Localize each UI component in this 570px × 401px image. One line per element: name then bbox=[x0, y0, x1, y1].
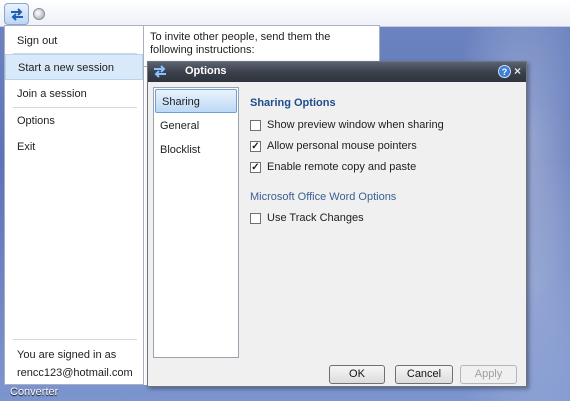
menu-item-sign-out[interactable]: Sign out bbox=[5, 28, 143, 54]
signed-in-label: You are signed in as bbox=[17, 349, 117, 361]
tab-sharing[interactable]: Sharing bbox=[155, 89, 237, 113]
menu-item-start-session[interactable]: Start a new session bbox=[5, 54, 143, 80]
remote-copy-checkbox[interactable]: ✓ bbox=[250, 162, 261, 173]
swap-arrows-icon bbox=[11, 8, 23, 21]
options-dialog: Options ? × Sharing General Blocklist Sh… bbox=[147, 61, 527, 387]
session-menu: Sign out Start a new session Join a sess… bbox=[4, 25, 144, 385]
word-options-title: Microsoft Office Word Options bbox=[250, 191, 397, 203]
track-changes-checkbox[interactable] bbox=[250, 213, 261, 224]
options-tab-list: Sharing General Blocklist bbox=[153, 87, 239, 358]
dialog-title: Options bbox=[185, 65, 227, 77]
track-changes-label: Use Track Changes bbox=[267, 212, 364, 224]
ok-button[interactable]: OK bbox=[329, 365, 385, 384]
cancel-button[interactable]: Cancel bbox=[395, 365, 453, 384]
top-toolbar bbox=[0, 0, 570, 27]
menu-item-options[interactable]: Options bbox=[5, 108, 143, 134]
mouse-pointers-label: Allow personal mouse pointers bbox=[267, 140, 417, 152]
app-menu-button[interactable] bbox=[4, 3, 29, 25]
menu-item-join-session[interactable]: Join a session bbox=[5, 81, 143, 107]
tab-blocklist[interactable]: Blocklist bbox=[154, 138, 238, 162]
close-icon[interactable]: × bbox=[514, 64, 521, 78]
mouse-pointers-checkbox[interactable]: ✓ bbox=[250, 141, 261, 152]
show-preview-label: Show preview window when sharing bbox=[267, 119, 444, 131]
menu-item-exit[interactable]: Exit bbox=[5, 134, 143, 160]
desktop-icon-label[interactable]: Converter bbox=[10, 386, 58, 398]
signed-in-email: rencc123@hotmail.com bbox=[17, 367, 133, 379]
swap-arrows-icon bbox=[154, 65, 166, 78]
circle-arrow-icon[interactable] bbox=[33, 8, 45, 20]
dialog-titlebar[interactable]: Options ? × bbox=[148, 62, 526, 82]
sharing-options-title: Sharing Options bbox=[250, 97, 336, 109]
help-icon[interactable]: ? bbox=[498, 65, 511, 78]
menu-divider bbox=[13, 339, 137, 340]
remote-copy-label: Enable remote copy and paste bbox=[267, 161, 417, 173]
invite-instructions-text: To invite other people, send them the fo… bbox=[150, 31, 331, 56]
signed-in-info: You are signed in as rencc123@hotmail.co… bbox=[17, 348, 143, 381]
tab-general[interactable]: General bbox=[154, 114, 238, 138]
apply-button[interactable]: Apply bbox=[460, 365, 517, 384]
sharing-options-panel: Sharing Options Show preview window when… bbox=[249, 87, 519, 358]
show-preview-checkbox[interactable] bbox=[250, 120, 261, 131]
